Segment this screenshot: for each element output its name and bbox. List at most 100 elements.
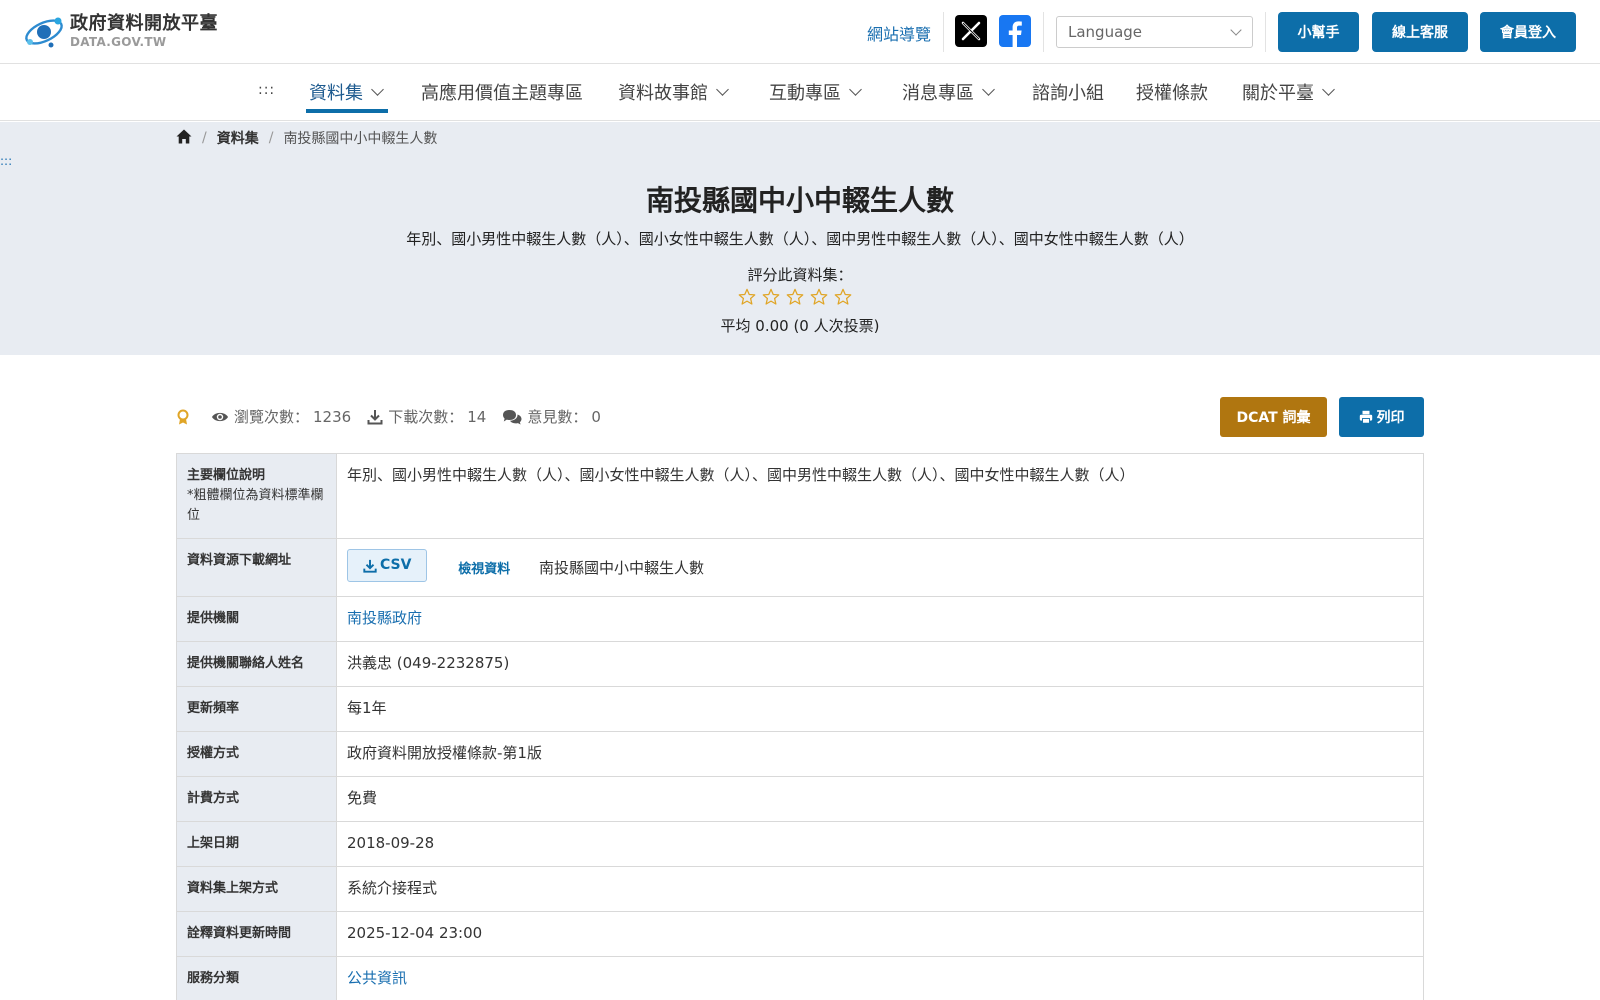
comments-value: 0 bbox=[591, 407, 601, 426]
breadcrumb-current: 南投縣國中小中輟生人數 bbox=[283, 131, 438, 147]
print-label: 列印 bbox=[1376, 410, 1405, 426]
download-icon bbox=[367, 409, 383, 424]
row-value: 洪義忠 (049-2232875) bbox=[336, 641, 1424, 687]
row-label: 詮釋資料更新時間 bbox=[176, 911, 337, 957]
award-icon bbox=[177, 409, 189, 424]
sitemap-link[interactable]: 網站導覽 bbox=[867, 21, 931, 45]
row-label: 提供機關聯絡人姓名 bbox=[176, 641, 337, 687]
chevron-down-icon bbox=[982, 83, 995, 96]
table-row: 主要欄位說明 *粗體欄位為資料標準欄位 年別、國小男性中輟生人數（人）、國小女性… bbox=[176, 453, 1424, 539]
row-label: 上架日期 bbox=[176, 821, 337, 867]
online-service-button[interactable]: 線上客服 bbox=[1372, 12, 1468, 52]
row-label: 資料集上架方式 bbox=[176, 866, 337, 912]
nav-item-datasets[interactable]: 資料集 bbox=[309, 79, 384, 105]
chevron-down-icon bbox=[849, 83, 862, 96]
dataset-description: 年別、國小男性中輟生人數（人）、國小女性中輟生人數（人）、國中男性中輟生人數（人… bbox=[406, 230, 1194, 248]
resource-cell: CSV 檢視資料 南投縣國中小中輟生人數 bbox=[336, 538, 1424, 597]
comments-icon bbox=[503, 409, 522, 424]
row-label: 更新頻率 bbox=[176, 686, 337, 732]
row-label: 授權方式 bbox=[176, 731, 337, 777]
row-value: 2018-09-28 bbox=[336, 821, 1424, 867]
main-fields-value: 年別、國小男性中輟生人數（人）、國小女性中輟生人數（人）、國中男性中輟生人數（人… bbox=[336, 453, 1424, 539]
table-row: 資料資源下載網址 CSV 檢視資料 南投縣國中小中輟生人數 bbox=[176, 538, 1424, 597]
nav-item-label: 高應用價值主題專區 bbox=[421, 83, 583, 104]
nav-item-advisory[interactable]: 諮詢小組 bbox=[1032, 79, 1104, 105]
breadcrumb: / 資料集 / 南投縣國中小中輟生人數 bbox=[176, 128, 437, 148]
eye-icon bbox=[212, 412, 228, 421]
nav-item-label: 關於平臺 bbox=[1242, 83, 1314, 104]
chevron-down-icon bbox=[1230, 24, 1242, 36]
nav-item-high-value[interactable]: 高應用價值主題專區 bbox=[421, 79, 583, 105]
x-twitter-icon[interactable] bbox=[955, 15, 987, 47]
provider-link[interactable]: 南投縣政府 bbox=[347, 609, 422, 627]
nav-accesskey[interactable]: ::: bbox=[258, 82, 275, 98]
nav-item-license[interactable]: 授權條款 bbox=[1136, 79, 1208, 105]
row-value: 免費 bbox=[336, 776, 1424, 822]
nav-item-news[interactable]: 消息專區 bbox=[902, 79, 995, 105]
content-accesskey[interactable]: ::: bbox=[0, 154, 12, 168]
row-value: 2025-12-04 23:00 bbox=[336, 911, 1424, 957]
nav-item-label: 消息專區 bbox=[902, 83, 974, 104]
downloads-label: 下載次數： bbox=[388, 408, 464, 426]
header-divider bbox=[1265, 12, 1266, 52]
row-label: 服務分類 bbox=[176, 956, 337, 1000]
resource-label: 資料資源下載網址 bbox=[176, 538, 337, 597]
star-icon[interactable] bbox=[786, 288, 804, 306]
site-header: 政府資料開放平臺 DATA.GOV.TW 網站導覽 Language 小幫手 線… bbox=[0, 0, 1600, 64]
language-select[interactable]: Language bbox=[1056, 16, 1253, 48]
chevron-down-icon bbox=[1322, 83, 1335, 96]
dataset-details-table: 主要欄位說明 *粗體欄位為資料標準欄位 年別、國小男性中輟生人數（人）、國小女性… bbox=[176, 453, 1424, 1000]
resource-name: 南投縣國中小中輟生人數 bbox=[539, 558, 705, 577]
home-icon[interactable] bbox=[176, 129, 192, 148]
table-row: 服務分類 公共資訊 bbox=[176, 956, 1424, 1000]
award-stat bbox=[176, 409, 195, 425]
row-value: 系統介接程式 bbox=[336, 866, 1424, 912]
star-icon[interactable] bbox=[762, 288, 780, 306]
breadcrumb-datasets[interactable]: 資料集 bbox=[217, 128, 259, 148]
table-row: 計費方式 免費 bbox=[176, 776, 1424, 822]
comments-label: 意見數： bbox=[527, 408, 588, 426]
downloads-stat: 下載次數： 14 bbox=[367, 406, 486, 427]
chevron-down-icon bbox=[371, 83, 384, 96]
view-data-link[interactable]: 檢視資料 bbox=[458, 558, 510, 581]
site-logo[interactable]: 政府資料開放平臺 DATA.GOV.TW bbox=[22, 10, 218, 52]
printer-icon bbox=[1359, 410, 1372, 424]
nav-active-indicator bbox=[306, 109, 388, 113]
row-label: 提供機關 bbox=[176, 596, 337, 642]
rating-stars bbox=[738, 288, 852, 306]
star-icon[interactable] bbox=[738, 288, 756, 306]
csv-download-button[interactable]: CSV bbox=[347, 549, 428, 582]
table-row: 提供機關 南投縣政府 bbox=[176, 596, 1424, 642]
row-label: 主要欄位說明 *粗體欄位為資料標準欄位 bbox=[176, 453, 337, 539]
star-icon[interactable] bbox=[810, 288, 828, 306]
nav-item-about[interactable]: 關於平臺 bbox=[1242, 79, 1335, 105]
nav-item-label: 互動專區 bbox=[769, 83, 841, 104]
dataset-stats: 瀏覽次數： 1236 下載次數： 14 意見數： 0 bbox=[176, 406, 617, 427]
dcat-button[interactable]: DCAT 詞彙 bbox=[1220, 397, 1327, 437]
table-row: 資料集上架方式 系統介接程式 bbox=[176, 866, 1424, 912]
nav-item-interactive[interactable]: 互動專區 bbox=[769, 79, 862, 105]
nav-item-label: 資料集 bbox=[309, 83, 363, 104]
logo-title: 政府資料開放平臺 bbox=[70, 12, 218, 34]
helper-button[interactable]: 小幫手 bbox=[1278, 12, 1359, 52]
dataset-hero: / 資料集 / 南投縣國中小中輟生人數 ::: 南投縣國中小中輟生人數 年別、國… bbox=[0, 122, 1600, 355]
nav-item-stories[interactable]: 資料故事館 bbox=[618, 79, 729, 105]
nav-item-label: 諮詢小組 bbox=[1032, 83, 1104, 104]
rating-label: 評分此資料集： bbox=[747, 266, 853, 284]
logo-mark-icon bbox=[22, 10, 66, 52]
header-divider bbox=[943, 12, 944, 52]
chevron-down-icon bbox=[716, 83, 729, 96]
member-login-button[interactable]: 會員登入 bbox=[1480, 12, 1576, 52]
table-row: 授權方式 政府資料開放授權條款-第1版 bbox=[176, 731, 1424, 777]
logo-subtitle: DATA.GOV.TW bbox=[70, 34, 167, 49]
star-icon[interactable] bbox=[834, 288, 852, 306]
print-button[interactable]: 列印 bbox=[1339, 397, 1424, 437]
facebook-icon[interactable] bbox=[999, 15, 1031, 47]
service-category-link[interactable]: 公共資訊 bbox=[347, 969, 407, 987]
views-label: 瀏覽次數： bbox=[234, 408, 310, 426]
header-divider bbox=[1043, 12, 1044, 52]
views-stat: 瀏覽次數： 1236 bbox=[211, 406, 351, 427]
nav-item-label: 授權條款 bbox=[1136, 83, 1208, 104]
downloads-value: 14 bbox=[467, 407, 487, 426]
csv-label: CSV bbox=[380, 557, 412, 573]
